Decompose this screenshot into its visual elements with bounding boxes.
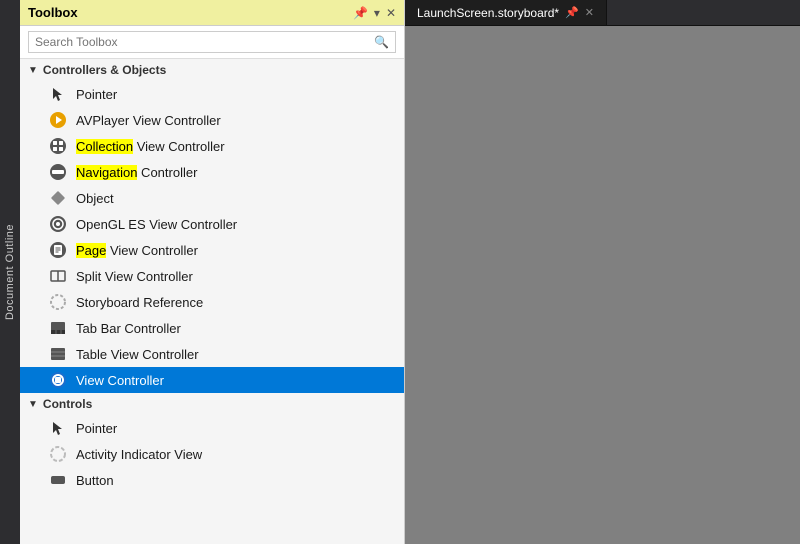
item-label-button: Button bbox=[76, 473, 114, 488]
dropdown-icon[interactable]: ▾ bbox=[374, 6, 380, 20]
editor-canvas[interactable]: Carrier bbox=[405, 26, 800, 544]
item-label-tabbar: Tab Bar Controller bbox=[76, 321, 181, 336]
item-label-pointer1: Pointer bbox=[76, 87, 117, 102]
button-icon bbox=[48, 470, 68, 490]
toolbox-panel: Toolbox 📌 ▾ ✕ 🔍 ▼ Controllers & Objects … bbox=[20, 0, 405, 544]
section-arrow-controls: ▼ bbox=[28, 399, 38, 410]
item-label-activity: Activity Indicator View bbox=[76, 447, 202, 462]
list-item[interactable]: Table View Controller bbox=[20, 341, 404, 367]
document-outline-tab[interactable]: Document Outline bbox=[0, 0, 20, 544]
navigation-icon bbox=[48, 162, 68, 182]
list-item[interactable]: Collection View Controller bbox=[20, 133, 404, 159]
list-item[interactable]: Object bbox=[20, 185, 404, 211]
highlight-page: Page bbox=[76, 243, 106, 258]
activity-icon bbox=[48, 444, 68, 464]
storyboard-icon bbox=[48, 292, 68, 312]
section-label-controllers: Controllers & Objects bbox=[43, 63, 166, 77]
section-arrow-controllers: ▼ bbox=[28, 65, 38, 76]
item-label-page: Page View Controller bbox=[76, 243, 198, 258]
document-outline-label: Document Outline bbox=[4, 224, 16, 320]
list-item-viewcontroller[interactable]: View Controller bbox=[20, 367, 404, 393]
split-icon bbox=[48, 266, 68, 286]
close-icon[interactable]: ✕ bbox=[386, 6, 396, 20]
tab-label: LaunchScreen.storyboard* bbox=[417, 6, 559, 20]
tabbar-icon bbox=[48, 318, 68, 338]
tab-close-icon[interactable]: ✕ bbox=[585, 6, 594, 19]
list-item[interactable]: AVPlayer View Controller bbox=[20, 107, 404, 133]
list-item[interactable]: Page View Controller bbox=[20, 237, 404, 263]
item-label-collection-rest: View Controller bbox=[133, 139, 225, 154]
item-label-navigation: Navigation Controller bbox=[76, 165, 197, 180]
item-label-object: Object bbox=[76, 191, 114, 206]
toolbox-header-icons: 📌 ▾ ✕ bbox=[353, 6, 396, 20]
search-input[interactable] bbox=[28, 31, 396, 53]
list-item[interactable]: OpenGL ES View Controller bbox=[20, 211, 404, 237]
editor-tabs: LaunchScreen.storyboard* 📌 ✕ bbox=[405, 0, 800, 26]
list-item[interactable]: Tab Bar Controller bbox=[20, 315, 404, 341]
list-item[interactable]: Activity Indicator View bbox=[20, 441, 404, 467]
list-item[interactable]: Pointer bbox=[20, 81, 404, 107]
section-label-controls: Controls bbox=[43, 397, 92, 411]
pointer-icon bbox=[48, 84, 68, 104]
toolbox-title: Toolbox bbox=[28, 5, 78, 20]
item-label-navigation-rest: Controller bbox=[137, 165, 197, 180]
item-label-split: Split View Controller bbox=[76, 269, 193, 284]
list-item[interactable]: Navigation Controller bbox=[20, 159, 404, 185]
pin-icon[interactable]: 📌 bbox=[353, 6, 368, 20]
toolbox-search-bar: 🔍 bbox=[20, 26, 404, 59]
list-item[interactable]: Split View Controller bbox=[20, 263, 404, 289]
item-label-collection: Collection View Controller bbox=[76, 139, 225, 154]
editor-area: LaunchScreen.storyboard* 📌 ✕ Carrier bbox=[405, 0, 800, 544]
item-label-pointer2: Pointer bbox=[76, 421, 117, 436]
toolbox-header: Toolbox 📌 ▾ ✕ bbox=[20, 0, 404, 26]
opengl-icon bbox=[48, 214, 68, 234]
pin-icon[interactable]: 📌 bbox=[565, 6, 579, 19]
list-item[interactable]: Storyboard Reference bbox=[20, 289, 404, 315]
list-item[interactable]: Button bbox=[20, 467, 404, 493]
avplayer-icon bbox=[48, 110, 68, 130]
section-header-controllers[interactable]: ▼ Controllers & Objects bbox=[20, 59, 404, 81]
editor-tab-active[interactable]: LaunchScreen.storyboard* 📌 ✕ bbox=[405, 0, 607, 25]
tableview-icon bbox=[48, 344, 68, 364]
highlight-collection: Collection bbox=[76, 139, 133, 154]
collection-icon bbox=[48, 136, 68, 156]
highlight-navigation: Navigation bbox=[76, 165, 137, 180]
pointer2-icon bbox=[48, 418, 68, 438]
item-label-storyboard: Storyboard Reference bbox=[76, 295, 203, 310]
object-icon bbox=[48, 188, 68, 208]
toolbox-list: ▼ Controllers & Objects Pointer AVPlayer… bbox=[20, 59, 404, 544]
item-label-viewcontroller: View Controller bbox=[76, 373, 164, 388]
viewcontroller-icon bbox=[48, 370, 68, 390]
item-label-tableview: Table View Controller bbox=[76, 347, 199, 362]
section-header-controls[interactable]: ▼ Controls bbox=[20, 393, 404, 415]
list-item[interactable]: Pointer bbox=[20, 415, 404, 441]
page-icon bbox=[48, 240, 68, 260]
item-label-page-rest: View Controller bbox=[106, 243, 198, 258]
item-label-avplayer: AVPlayer View Controller bbox=[76, 113, 221, 128]
item-label-opengl: OpenGL ES View Controller bbox=[76, 217, 237, 232]
